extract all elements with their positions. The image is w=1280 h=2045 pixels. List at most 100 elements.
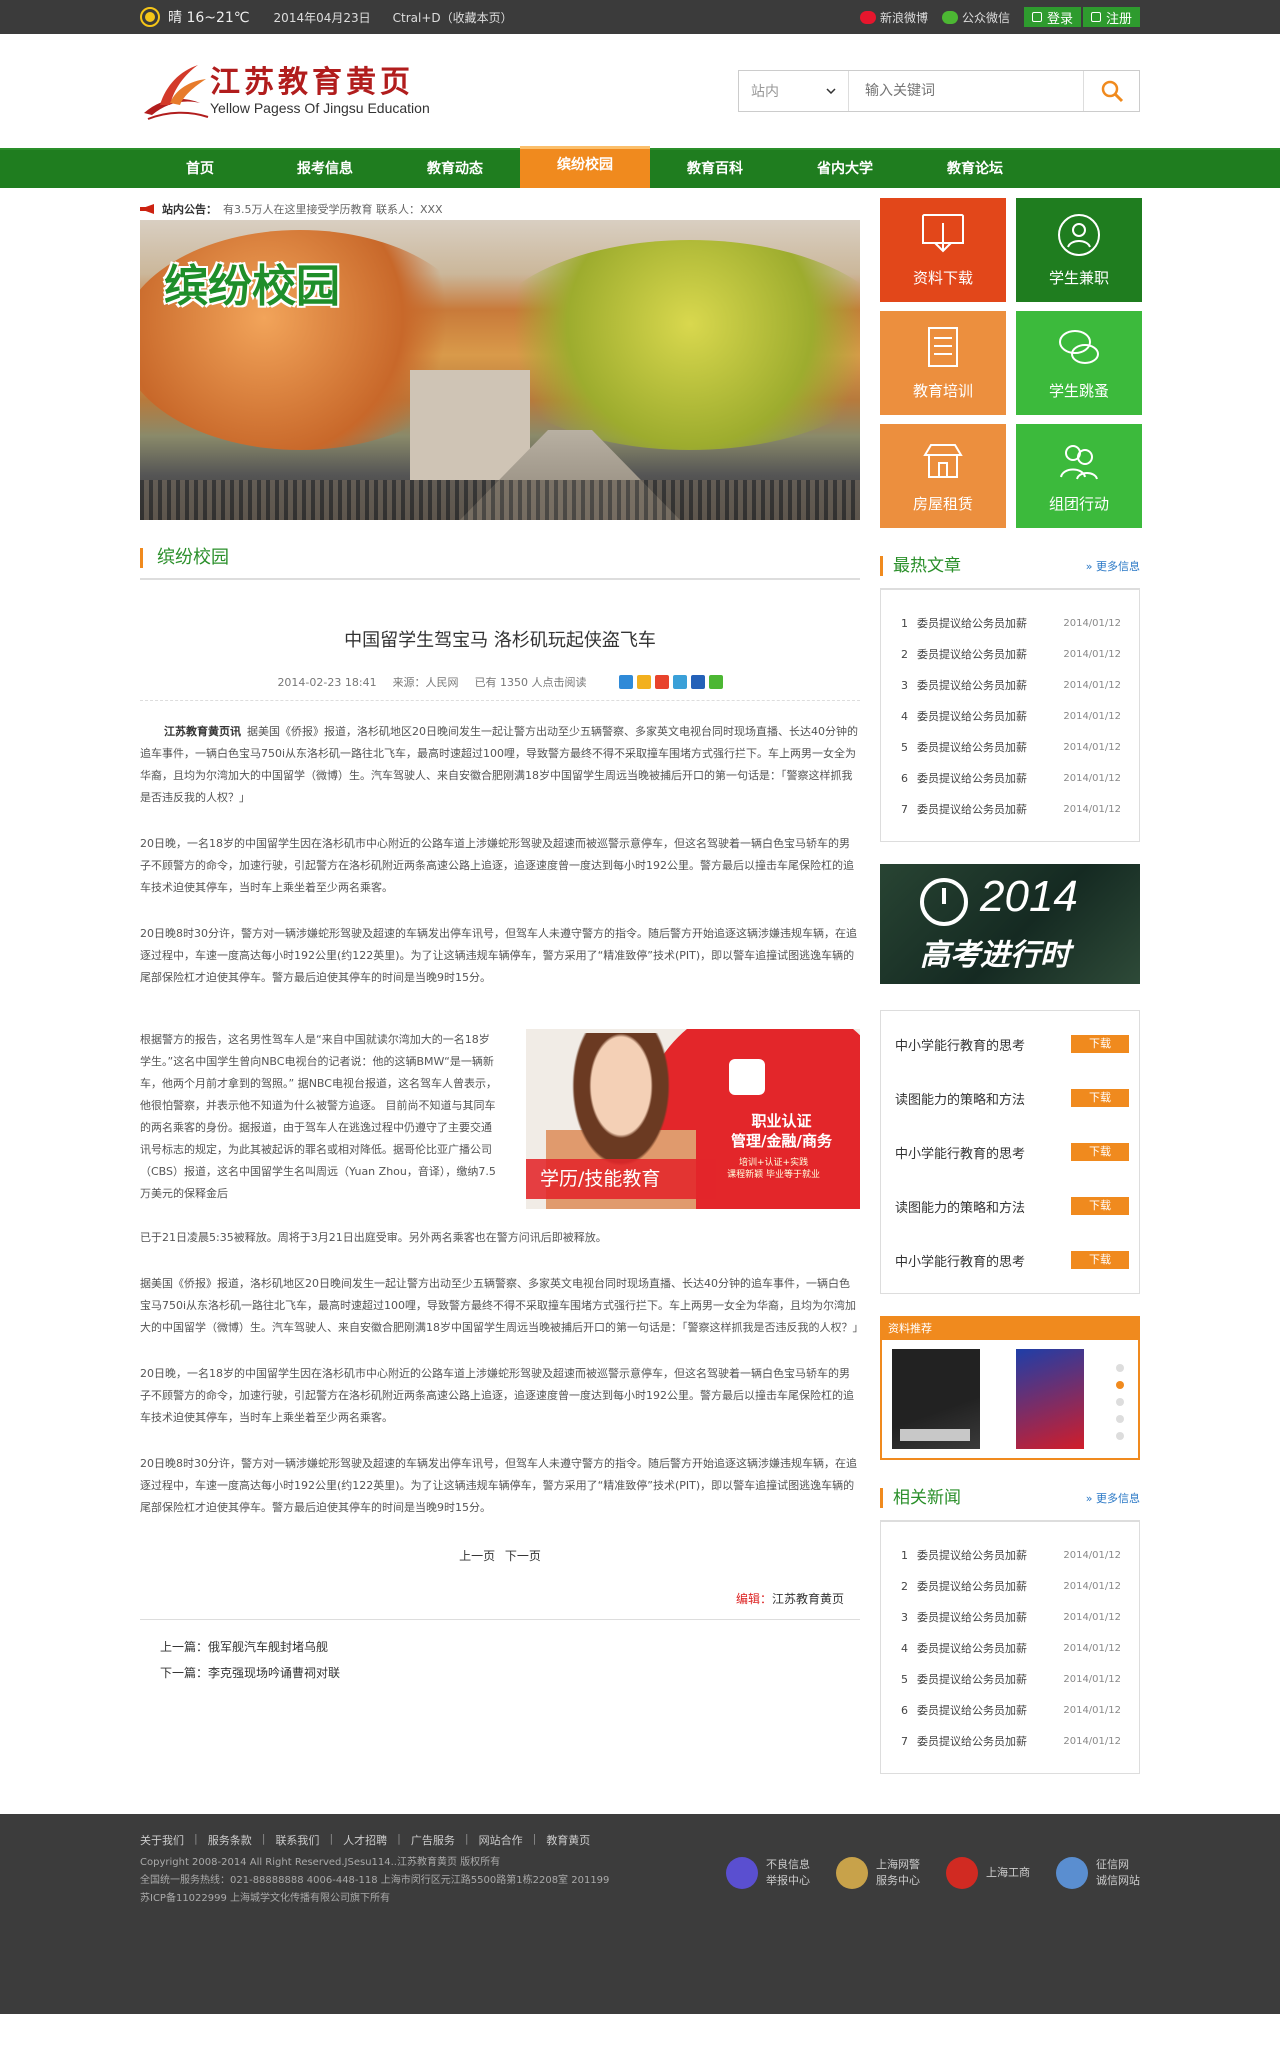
cert-badge[interactable]: 不良信息 举报中心: [726, 1838, 810, 1908]
tile-rental[interactable]: 房屋租赁: [880, 424, 1006, 528]
footer-link[interactable]: 教育黄页: [546, 1832, 590, 1848]
certificate-icon: [729, 1059, 765, 1095]
carousel-dot[interactable]: [1116, 1364, 1124, 1372]
register-button[interactable]: 注册: [1082, 7, 1140, 27]
nav-home[interactable]: 首页: [140, 150, 260, 188]
gaokao-banner[interactable]: 2014 高考进行时: [880, 864, 1140, 984]
tile-download[interactable]: 资料下载: [880, 198, 1006, 302]
related-news-header: 相关新闻 » 更多信息: [880, 1488, 1140, 1508]
footer-link[interactable]: 人才招聘: [343, 1832, 387, 1848]
share-weibo-icon[interactable]: [654, 675, 669, 689]
search-input[interactable]: [849, 71, 1083, 111]
cert-text: 上海网警 服务中心: [876, 1857, 920, 1889]
share-tencent-icon[interactable]: [672, 675, 687, 689]
next-page-link[interactable]: 下一页: [505, 1549, 541, 1563]
download-button[interactable]: 下载: [1071, 1089, 1129, 1107]
search-scope-select[interactable]: 站内: [739, 71, 849, 111]
hot-more-link[interactable]: » 更多信息: [1086, 558, 1140, 574]
list-item[interactable]: 7 委员提议给公务员加薪 2014/01/12: [901, 1726, 1121, 1757]
related-news-list: 1 委员提议给公务员加薪 2014/01/12 2 委员提议给公务员加薪 2014/01/…: [880, 1520, 1140, 1774]
list-item[interactable]: 5 委员提议给公务员加薪 2014/01/12: [901, 1664, 1121, 1695]
wechat-link[interactable]: 公众微信: [941, 9, 1010, 26]
list-item[interactable]: 6 委员提议给公务员加薪 2014/01/12: [901, 1695, 1121, 1726]
download-button[interactable]: 下载: [1071, 1197, 1129, 1215]
share-wechat-icon[interactable]: [708, 675, 723, 689]
carousel-dot[interactable]: [1116, 1415, 1124, 1423]
nav-edu-news[interactable]: 教育动态: [390, 150, 520, 188]
share-qzone-icon[interactable]: [636, 675, 651, 689]
list-item[interactable]: 4 委员提议给公务员加薪 2014/01/12: [901, 701, 1121, 732]
footer-link[interactable]: 广告服务: [411, 1832, 455, 1848]
logo[interactable]: 江苏教育黄页 Yellow Pagess Of Jingsu Education: [140, 59, 430, 123]
weibo-link[interactable]: 新浪微博: [859, 9, 928, 26]
nav-forum[interactable]: 教育论坛: [910, 150, 1040, 188]
tile-parttime[interactable]: 学生兼职: [1016, 198, 1142, 302]
download-button[interactable]: 下载: [1071, 1035, 1129, 1053]
article-nav: 上一篇：俄军舰汽车舰封堵乌舰 下一篇：李克强现场吟诵曹祠对联: [140, 1634, 860, 1686]
share-renren-icon[interactable]: [690, 675, 705, 689]
book-cover-image[interactable]: [1016, 1349, 1084, 1449]
list-item[interactable]: 5 委员提议给公务员加薪 2014/01/12: [901, 732, 1121, 763]
download-title[interactable]: 读图能力的策略和方法: [895, 1089, 1025, 1108]
download-row: 读图能力的策略和方法 下载: [895, 1179, 1129, 1233]
cert-line2: 诚信网站: [1096, 1874, 1140, 1887]
article-paragraph: 据美国《侨报》报道，洛杉矶地区20日晚间发生一起让警方出动至少五辆警察、多家英文…: [140, 1277, 864, 1334]
list-item[interactable]: 1 委员提议给公务员加薪 2014/01/12: [901, 1540, 1121, 1571]
carousel-dot[interactable]: [1116, 1432, 1124, 1440]
item-rank: 3: [901, 679, 908, 692]
register-label: 注册: [1105, 11, 1132, 27]
search-button[interactable]: [1083, 71, 1139, 111]
cert-badge[interactable]: 上海网警 服务中心: [836, 1838, 920, 1908]
tile-training[interactable]: 教育培训: [880, 311, 1006, 415]
cert-text: 征信网 诚信网站: [1096, 1857, 1140, 1889]
related-more-link[interactable]: » 更多信息: [1086, 1490, 1140, 1506]
item-rank: 1: [901, 617, 908, 630]
tile-group[interactable]: 组团行动: [1016, 424, 1142, 528]
next-article-link[interactable]: 下一篇：李克强现场吟诵曹祠对联: [160, 1666, 340, 1680]
section-title: 缤纷校园: [140, 548, 860, 568]
user-icon: [1031, 12, 1042, 22]
list-item[interactable]: 3 委员提议给公务员加薪 2014/01/12: [901, 1602, 1121, 1633]
download-title[interactable]: 中小学能行教育的思考: [895, 1251, 1025, 1270]
cert-text: 不良信息 举报中心: [766, 1857, 810, 1889]
favorite-link[interactable]: Ctral+D（收藏本页）: [393, 9, 513, 26]
footer-link[interactable]: 联系我们: [275, 1832, 319, 1848]
list-item[interactable]: 6 委员提议给公务员加薪 2014/01/12: [901, 763, 1121, 794]
campus-banner[interactable]: 缤纷校园: [140, 220, 860, 520]
tile-flea-market[interactable]: 学生跳蚤: [1016, 311, 1142, 415]
search-bar: 站内: [738, 70, 1140, 112]
footer-link[interactable]: 关于我们: [140, 1832, 184, 1848]
list-item[interactable]: 4 委员提议给公务员加薪 2014/01/12: [901, 1633, 1121, 1664]
nav-universities[interactable]: 省内大学: [780, 150, 910, 188]
ad-banner[interactable]: 职业认证 管理/金融/商务 培训+认证+实践 课程新颖 毕业等于就业 学历/技能…: [526, 1029, 860, 1209]
carousel-dot[interactable]: [1116, 1398, 1124, 1406]
download-title[interactable]: 读图能力的策略和方法: [895, 1197, 1025, 1216]
share-more-icon[interactable]: [618, 675, 633, 689]
nav-campus[interactable]: 缤纷校园: [520, 146, 650, 188]
list-item[interactable]: 7 委员提议给公务员加薪 2014/01/12: [901, 794, 1121, 825]
top-bar: 晴 16~21℃ 2014年04月23日 Ctral+D（收藏本页） 新浪微博 …: [0, 0, 1280, 34]
download-title[interactable]: 中小学能行教育的思考: [895, 1143, 1025, 1162]
prev-page-link[interactable]: 上一页: [459, 1549, 495, 1563]
login-button[interactable]: 登录: [1023, 7, 1081, 27]
list-item[interactable]: 2 委员提议给公务员加薪 2014/01/12: [901, 1571, 1121, 1602]
download-title[interactable]: 中小学能行教育的思考: [895, 1035, 1025, 1054]
cert-badge[interactable]: 征信网 诚信网站: [1056, 1838, 1140, 1908]
list-item[interactable]: 1 委员提议给公务员加薪 2014/01/12: [901, 608, 1121, 639]
article-lead: 江苏教育黄页讯: [164, 725, 241, 738]
nav-exam-info[interactable]: 报考信息: [260, 150, 390, 188]
download-button[interactable]: 下载: [1071, 1143, 1129, 1161]
list-item[interactable]: 3 委员提议给公务员加薪 2014/01/12: [901, 670, 1121, 701]
cert-badge[interactable]: 上海工商: [946, 1838, 1030, 1908]
list-item[interactable]: 2 委员提议给公务员加薪 2014/01/12: [901, 639, 1121, 670]
footer-link[interactable]: 网站合作: [479, 1832, 523, 1848]
carousel-dot-active[interactable]: [1116, 1381, 1124, 1389]
carousel-dots: [1116, 1364, 1124, 1440]
notice-text[interactable]: 有3.5万人在这里接受学历教育 联系人：XXX: [223, 201, 443, 217]
download-button[interactable]: 下载: [1071, 1251, 1129, 1269]
chat-icon: [1059, 329, 1099, 364]
prev-article-link[interactable]: 上一篇：俄军舰汽车舰封堵乌舰: [160, 1640, 328, 1654]
footer-link[interactable]: 服务条款: [208, 1832, 252, 1848]
book-cover-image[interactable]: [892, 1349, 980, 1449]
nav-edu-wiki[interactable]: 教育百科: [650, 150, 780, 188]
